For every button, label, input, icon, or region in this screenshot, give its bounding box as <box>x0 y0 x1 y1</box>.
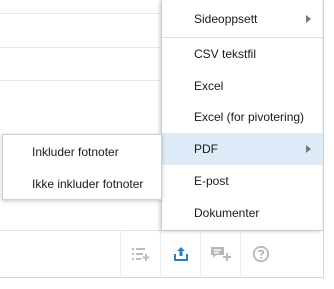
menu-item-label: Excel <box>194 79 224 93</box>
menu-item-label: E-post <box>194 174 229 188</box>
submenu-item-label: Inkluder fotnoter <box>32 145 119 159</box>
menu-item-sideoppsett[interactable]: Sideoppsett <box>162 3 323 35</box>
add-to-list-button[interactable] <box>120 231 160 277</box>
chevron-right-icon <box>306 15 311 23</box>
menu-item-label: PDF <box>194 142 218 156</box>
menu-item-csv[interactable]: CSV tekstfil <box>162 38 323 70</box>
menu-item-pdf[interactable]: PDF <box>162 133 323 165</box>
submenu-item-exclude-footnotes[interactable]: Ikke inkluder fotnoter <box>3 168 161 200</box>
export-button[interactable] <box>160 231 200 277</box>
row-divider <box>0 13 160 14</box>
submenu-item-label: Ikke inkluder fotnoter <box>32 177 144 191</box>
list-add-icon <box>131 248 149 261</box>
menu-item-label: Excel (for pivotering) <box>194 110 305 124</box>
menu-item-label: Sideoppsett <box>194 12 258 26</box>
help-button[interactable] <box>240 231 280 277</box>
menu-item-excel-pivot[interactable]: Excel (for pivotering) <box>162 101 323 133</box>
menu-item-label: Dokumenter <box>194 206 260 220</box>
menu-item-excel[interactable]: Excel <box>162 70 323 102</box>
comment-add-icon <box>210 247 231 261</box>
row-divider <box>0 80 160 81</box>
help-icon <box>252 245 269 263</box>
submenu-item-include-footnotes[interactable]: Inkluder fotnoter <box>3 136 161 168</box>
add-comment-button[interactable] <box>200 231 240 277</box>
bottom-toolbar <box>0 230 323 277</box>
row-divider <box>0 47 160 48</box>
menu-item-dokumenter[interactable]: Dokumenter <box>162 197 323 229</box>
export-menu: Sideoppsett CSV tekstfil Excel Excel (fo… <box>161 0 323 230</box>
menu-item-epost[interactable]: E-post <box>162 165 323 197</box>
chevron-right-icon <box>306 145 311 153</box>
pdf-submenu: Inkluder fotnoter Ikke inkluder fotnoter <box>2 134 162 200</box>
export-icon <box>173 247 188 261</box>
menu-item-label: CSV tekstfil <box>194 47 257 61</box>
